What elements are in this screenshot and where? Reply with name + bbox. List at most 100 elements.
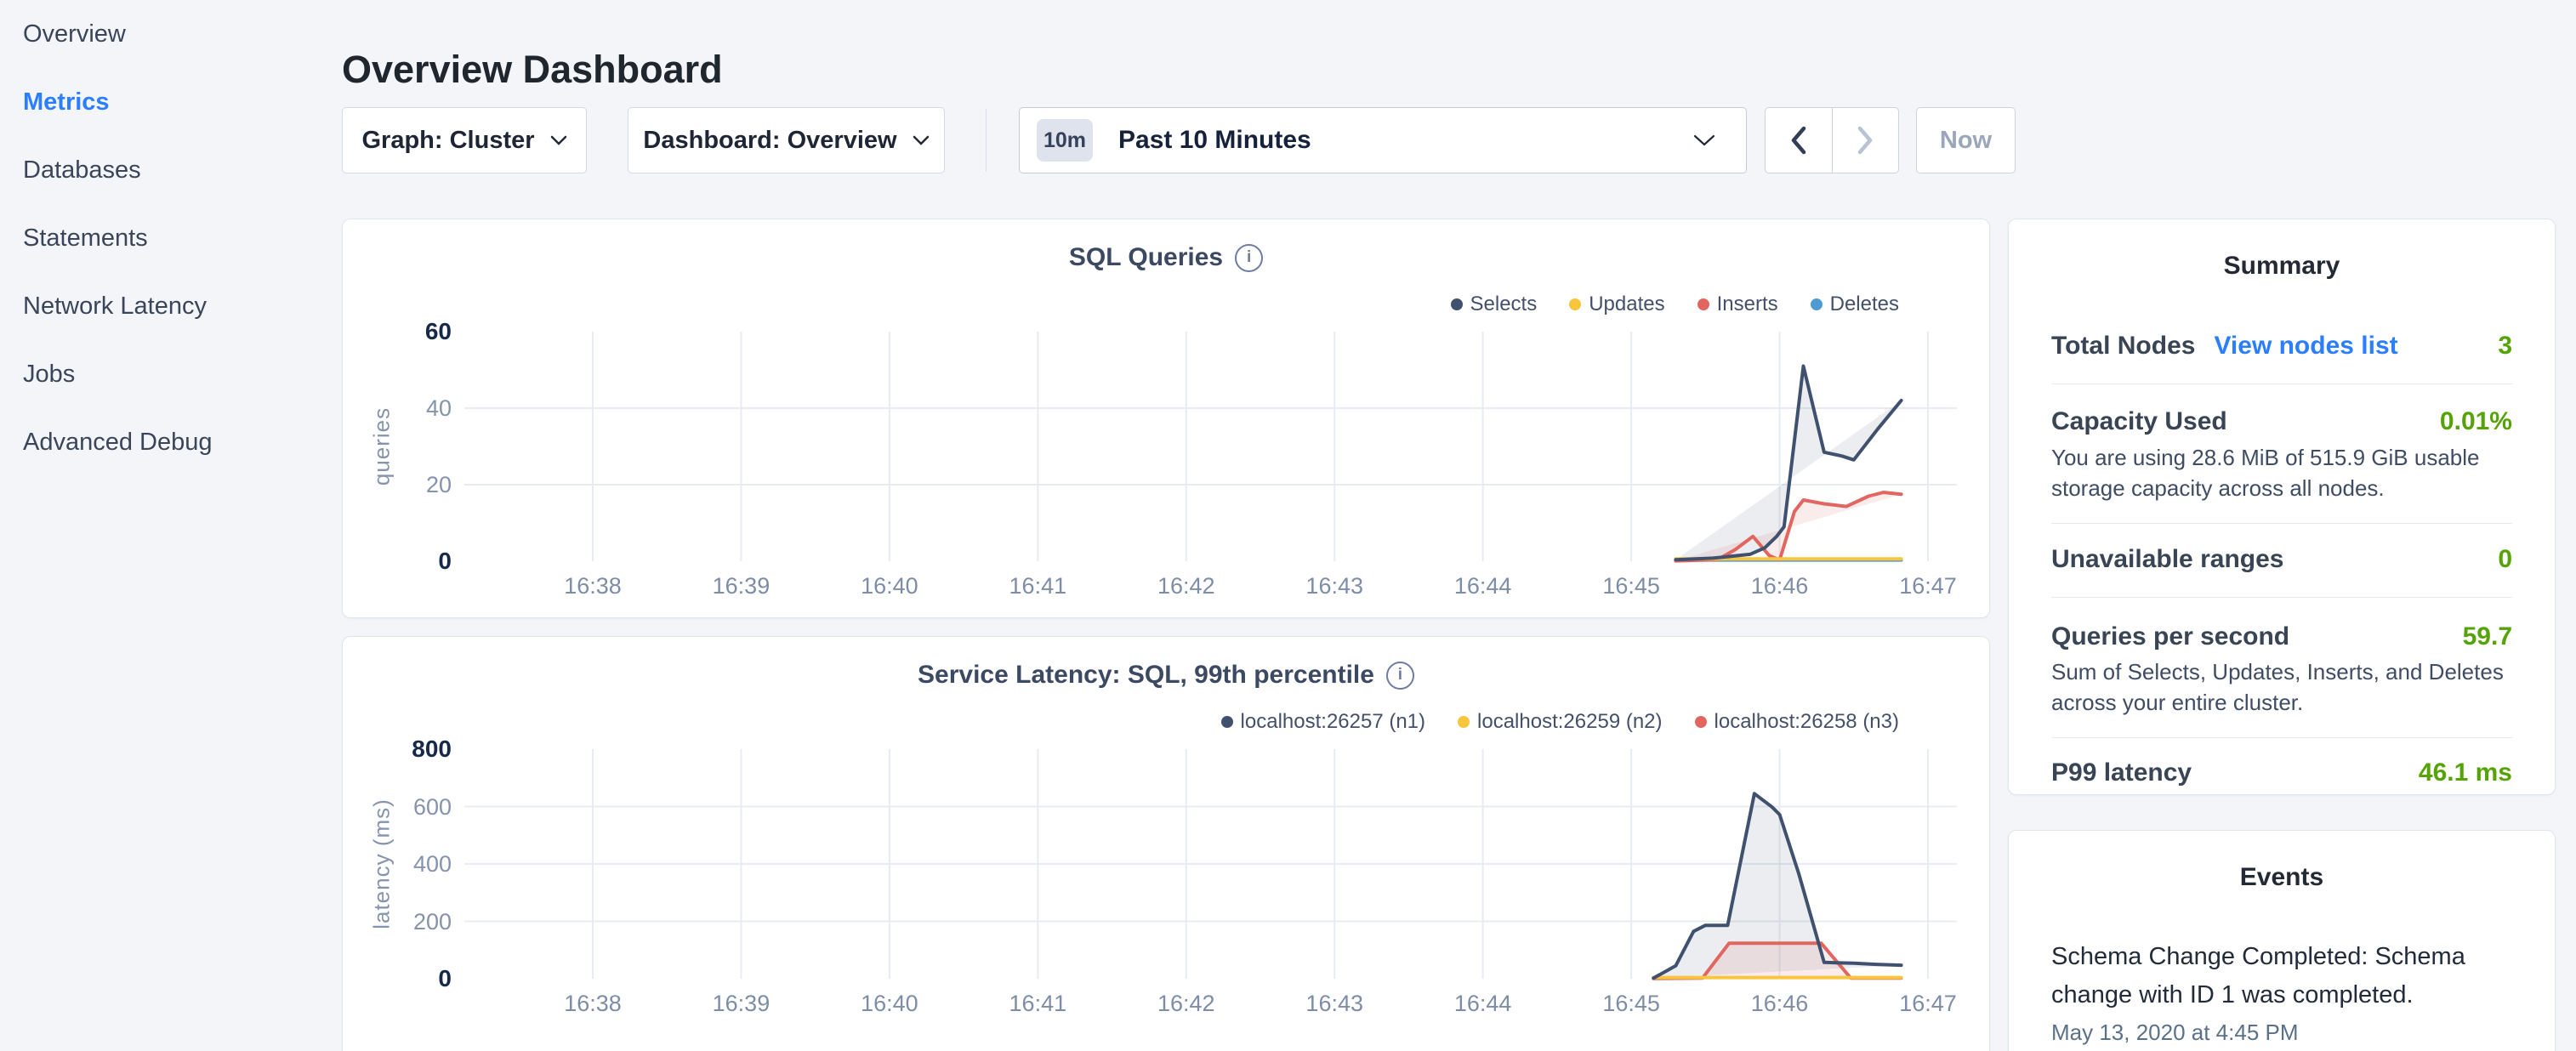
- x-axis-tick: 16:41: [978, 991, 1097, 1017]
- event-text: Schema Change Completed: Schema change w…: [2051, 938, 2476, 1014]
- x-axis-tick: 16:40: [830, 573, 949, 599]
- legend-dot-icon: [1221, 716, 1233, 728]
- summary-row-p99: P99 latency 46.1 ms: [2051, 758, 2512, 787]
- view-nodes-list-link[interactable]: View nodes list: [2214, 332, 2397, 360]
- legend-item: localhost:26258 (n3): [1695, 710, 1899, 734]
- legend-dot-icon: [1458, 716, 1470, 728]
- legend-dot-icon: [1695, 716, 1707, 728]
- summary-row-unavailable-ranges: Unavailable ranges 0: [2051, 545, 2512, 574]
- sql-queries-chart-card: SQL Queries i Selects Updates Inserts Delet…: [342, 219, 1990, 618]
- legend-dot-icon: [1451, 298, 1463, 310]
- x-axis-tick: 16:45: [1572, 573, 1691, 599]
- legend-dot-icon: [1569, 298, 1581, 310]
- y-axis-tick: 0: [343, 965, 452, 992]
- graph-dropdown-label: Graph: Cluster: [361, 127, 534, 155]
- step-forward-button[interactable]: [1833, 108, 1899, 173]
- divider: [2051, 737, 2512, 738]
- capacity-caption: You are using 28.6 MiB of 515.9 GiB usab…: [2051, 442, 2529, 503]
- x-axis-tick: 16:39: [681, 573, 800, 599]
- now-button[interactable]: Now: [1916, 107, 2016, 173]
- chevron-down-icon: [1693, 134, 1715, 147]
- summary-row-total-nodes: Total NodesView nodes list 3: [2051, 332, 2512, 361]
- sidebar-item-databases[interactable]: Databases: [0, 136, 340, 204]
- x-axis-tick: 16:43: [1275, 573, 1394, 599]
- x-axis-tick: 16:39: [681, 991, 800, 1017]
- y-axis-tick: 0: [343, 548, 452, 575]
- events-title: Events: [2009, 863, 2555, 892]
- sidebar-item-advanced-debug[interactable]: Advanced Debug: [0, 408, 340, 476]
- x-axis-tick: 16:45: [1572, 991, 1691, 1017]
- legend-item: Updates: [1569, 293, 1664, 316]
- x-axis-tick: 16:46: [1720, 573, 1840, 599]
- chart-legend: localhost:26257 (n1) localhost:26259 (n2)…: [1221, 710, 1899, 734]
- x-axis-tick: 16:42: [1127, 573, 1246, 599]
- sidebar-item-overview[interactable]: Overview: [0, 0, 340, 68]
- summary-title: Summary: [2009, 252, 2555, 281]
- legend-item: localhost:26257 (n1): [1221, 710, 1425, 734]
- chevron-right-icon: [1857, 126, 1874, 155]
- x-axis-tick: 16:43: [1275, 991, 1394, 1017]
- sidebar-item-network-latency[interactable]: Network Latency: [0, 272, 340, 340]
- chart-legend: Selects Updates Inserts Deletes: [1451, 293, 1900, 316]
- y-axis-tick: 800: [343, 736, 452, 763]
- x-axis-tick: 16:46: [1720, 991, 1840, 1017]
- x-axis-tick: 16:41: [978, 573, 1097, 599]
- dashboard-dropdown-label: Dashboard: Overview: [643, 127, 896, 155]
- x-axis-tick: 16:44: [1424, 991, 1543, 1017]
- x-axis-tick: 16:47: [1868, 573, 1987, 599]
- chart-plot-area[interactable]: [464, 332, 1957, 563]
- chart-plot-area[interactable]: [464, 749, 1957, 980]
- x-axis-tick: 16:40: [830, 991, 949, 1017]
- graph-dropdown[interactable]: Graph: Cluster: [342, 107, 587, 173]
- y-axis-tick: 200: [343, 908, 452, 935]
- time-range-badge: 10m: [1037, 119, 1093, 162]
- legend-item: Deletes: [1811, 293, 1899, 316]
- chart-title: SQL Queries: [1069, 243, 1223, 272]
- summary-row-qps: Queries per second 59.7: [2051, 622, 2512, 651]
- dashboard-dropdown[interactable]: Dashboard: Overview: [628, 107, 945, 173]
- divider: [2051, 523, 2512, 524]
- y-axis-tick: 40: [343, 395, 452, 422]
- x-axis-tick: 16:42: [1127, 991, 1246, 1017]
- controls-divider: [986, 109, 987, 172]
- qps-value: 59.7: [2463, 622, 2512, 651]
- legend-item: Selects: [1451, 293, 1538, 316]
- sidebar-item-metrics[interactable]: Metrics: [0, 68, 340, 136]
- step-back-button[interactable]: [1766, 108, 1833, 173]
- chevron-down-icon: [550, 135, 567, 146]
- x-axis-tick: 16:47: [1868, 991, 1987, 1017]
- events-panel: Events Schema Change Completed: Schema c…: [2008, 830, 2556, 1051]
- p99-latency-value: 46.1 ms: [2419, 758, 2512, 787]
- service-latency-chart-card: Service Latency: SQL, 99th percentile i …: [342, 636, 1990, 1051]
- y-axis-tick: 20: [343, 471, 452, 498]
- time-range-picker[interactable]: 10m Past 10 Minutes: [1019, 107, 1747, 173]
- legend-item: Inserts: [1697, 293, 1778, 316]
- chart-title: Service Latency: SQL, 99th percentile: [918, 661, 1374, 690]
- summary-row-capacity: Capacity Used 0.01%: [2051, 407, 2512, 436]
- db-console-page: Overview Metrics Databases Statements Ne…: [0, 0, 2576, 1051]
- time-range-label: Past 10 Minutes: [1118, 126, 1311, 155]
- x-axis-tick: 16:38: [533, 573, 652, 599]
- sidebar-item-statements[interactable]: Statements: [0, 204, 340, 272]
- chevron-left-icon: [1790, 126, 1807, 155]
- y-axis-tick: 600: [343, 793, 452, 821]
- event-timestamp: May 13, 2020 at 4:45 PM: [2051, 1020, 2299, 1046]
- page-title: Overview Dashboard: [342, 48, 723, 92]
- divider: [2051, 383, 2512, 384]
- y-axis-tick: 60: [343, 318, 452, 345]
- legend-dot-icon: [1811, 298, 1823, 310]
- info-icon[interactable]: i: [1386, 662, 1414, 690]
- x-axis-tick: 16:38: [533, 991, 652, 1017]
- x-axis-tick: 16:44: [1424, 573, 1543, 599]
- info-icon[interactable]: i: [1235, 244, 1263, 272]
- sidebar-item-jobs[interactable]: Jobs: [0, 340, 340, 408]
- sidebar: Overview Metrics Databases Statements Ne…: [0, 0, 340, 1051]
- chevron-down-icon: [913, 135, 930, 146]
- legend-item: localhost:26259 (n2): [1458, 710, 1662, 734]
- time-step-buttons: [1765, 107, 1899, 173]
- qps-caption: Sum of Selects, Updates, Inserts, and De…: [2051, 656, 2529, 718]
- y-axis-tick: 400: [343, 850, 452, 878]
- divider: [2051, 597, 2512, 598]
- capacity-used-value: 0.01%: [2440, 407, 2512, 436]
- legend-dot-icon: [1697, 298, 1709, 310]
